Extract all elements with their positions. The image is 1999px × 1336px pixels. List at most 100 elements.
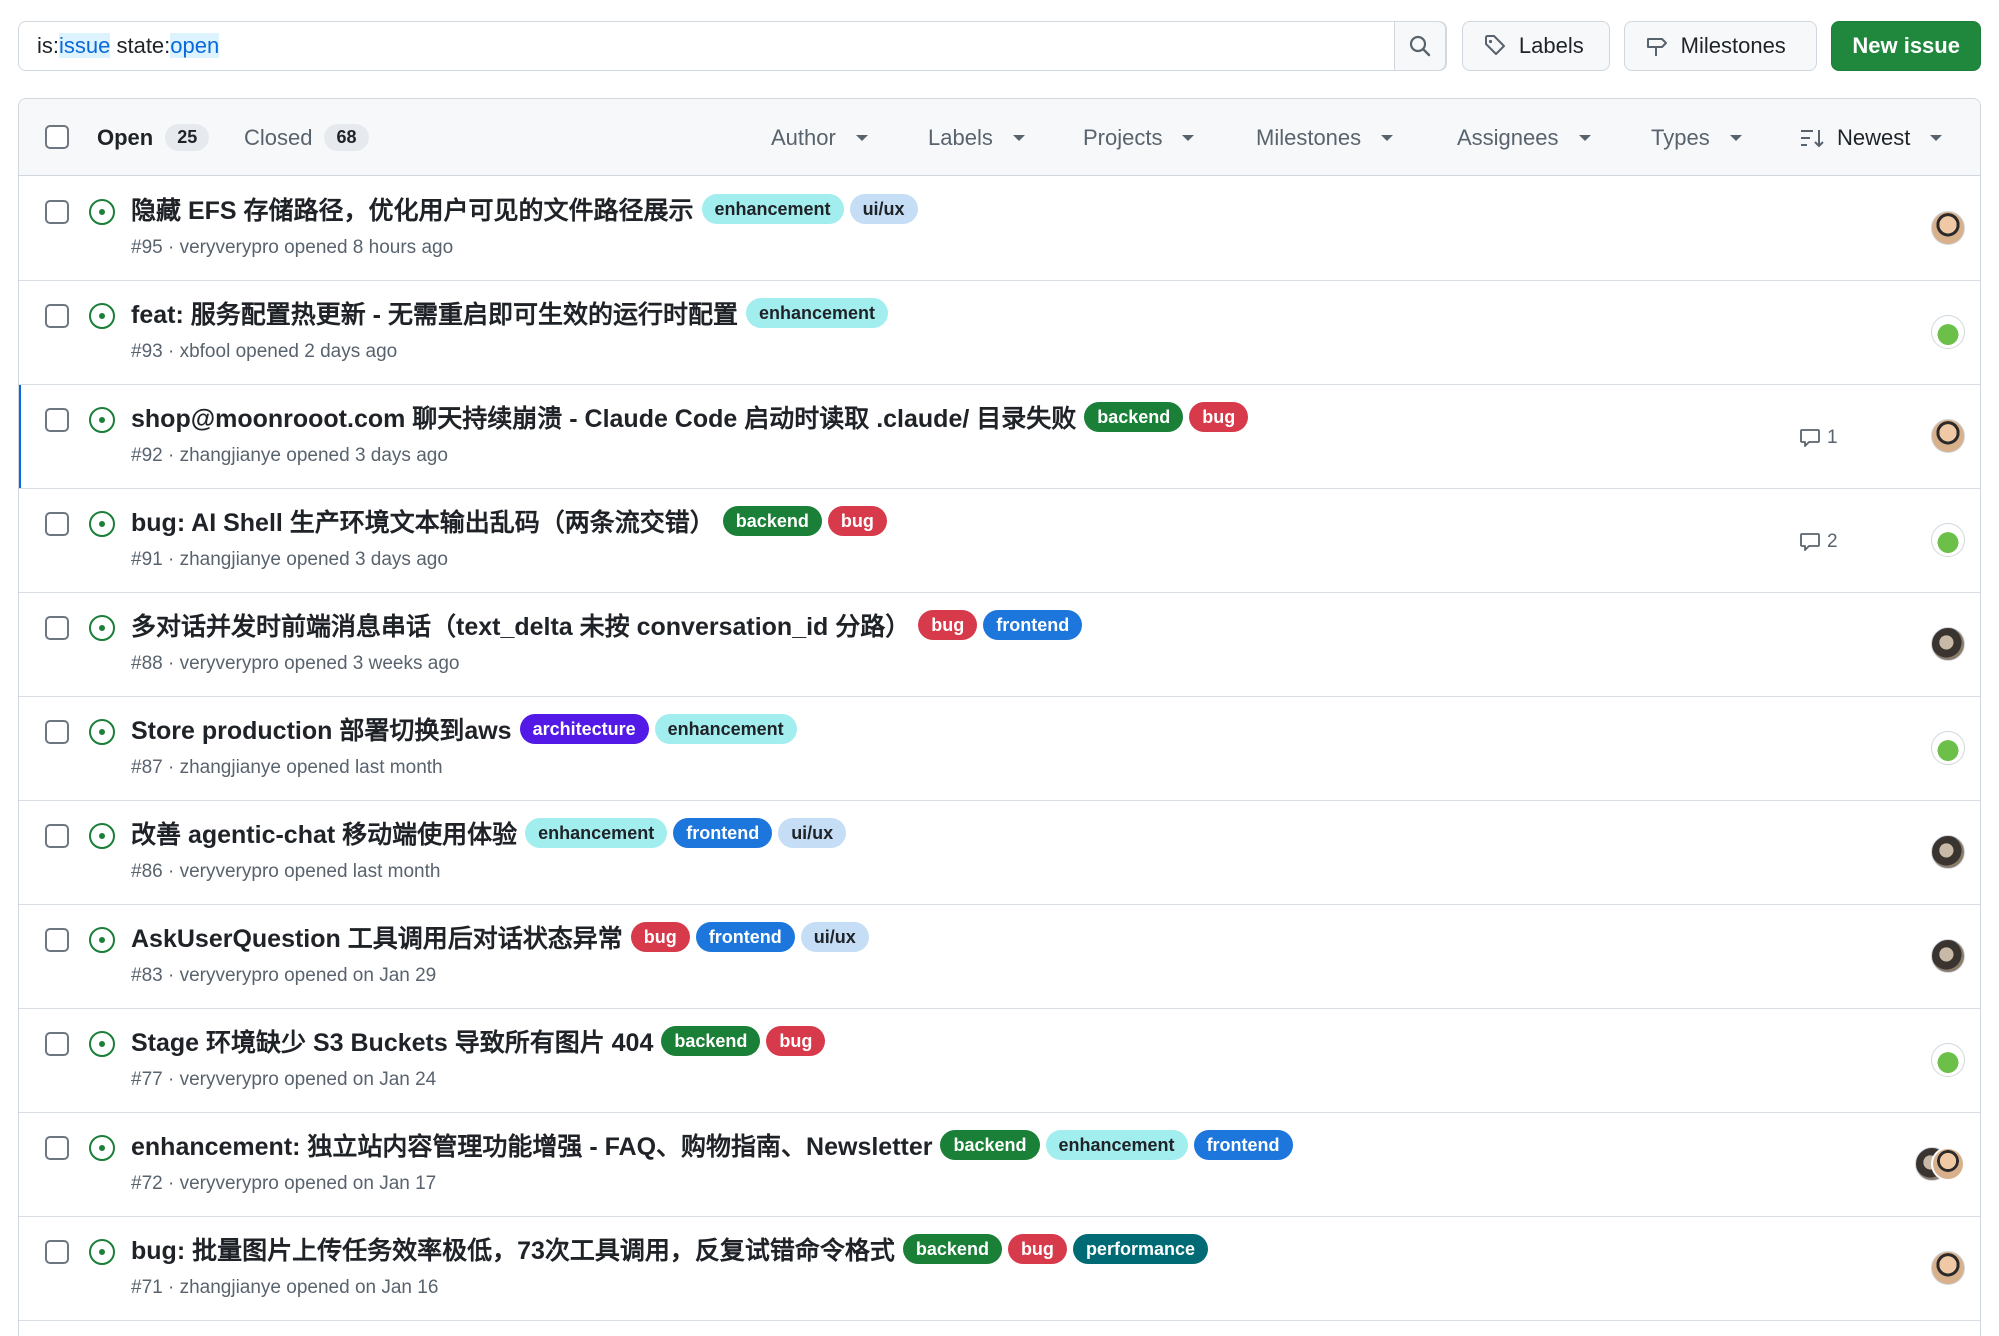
- issue-label[interactable]: bug: [1007, 1234, 1067, 1264]
- comments-link[interactable]: 2: [1799, 531, 1838, 553]
- issue-row[interactable]: bug: AI Shell 生产环境文本输出乱码（两条流交错） backend bu…: [19, 489, 1980, 593]
- issue-meta: #87 · zhangjianye opened last month: [131, 757, 443, 778]
- issue-label[interactable]: enhancement: [745, 298, 888, 328]
- labels-filter[interactable]: Labels: [928, 99, 1025, 176]
- avatar-icon[interactable]: [1931, 523, 1965, 557]
- issue-label[interactable]: backend: [661, 1026, 761, 1056]
- issue-label[interactable]: enhancement: [654, 714, 797, 744]
- tab-open-label: Open: [97, 124, 154, 150]
- issue-checkbox[interactable]: [45, 408, 69, 432]
- issue-title-link[interactable]: 改善 agentic-chat 移动端使用体验: [131, 815, 517, 851]
- avatar-icon[interactable]: [1931, 1043, 1965, 1077]
- avatar-icon[interactable]: [1931, 211, 1965, 245]
- avatar-icon[interactable]: [1931, 835, 1965, 869]
- issue-label[interactable]: backend: [1084, 402, 1184, 432]
- issue-label[interactable]: frontend: [1193, 1130, 1293, 1160]
- issue-row[interactable]: enhancement: 独立站内容管理功能增强 - FAQ、购物指南、News…: [19, 1113, 1980, 1217]
- issue-opened-icon: [89, 615, 115, 641]
- issue-checkbox[interactable]: [45, 928, 69, 952]
- issue-checkbox[interactable]: [45, 1240, 69, 1264]
- assignee-avatars[interactable]: [1915, 1147, 1965, 1181]
- issue-label[interactable]: backend: [722, 506, 822, 536]
- issue-label[interactable]: backend: [940, 1130, 1040, 1160]
- avatar-icon[interactable]: [1931, 419, 1965, 453]
- issue-row[interactable]: Store production 部署切换到aws architecture enh…: [19, 697, 1980, 801]
- issue-label[interactable]: backend: [902, 1234, 1002, 1264]
- issue-title-link[interactable]: Store production 部署切换到aws: [131, 711, 512, 747]
- issue-title-link[interactable]: Stage 环境缺少 S3 Buckets 导致所有图片 404: [131, 1023, 653, 1059]
- new-issue-button[interactable]: New issue: [1831, 21, 1981, 71]
- issue-checkbox[interactable]: [45, 304, 69, 328]
- issue-row[interactable]: feat: 服务配置热更新 - 无需重启即可生效的运行时配置 enhancemen…: [19, 281, 1980, 385]
- issue-label[interactable]: bug: [1189, 402, 1249, 432]
- issue-title-link[interactable]: 隐藏 EFS 存储路径，优化用户可见的文件路径展示: [131, 191, 694, 227]
- types-filter[interactable]: Types: [1651, 99, 1742, 176]
- issue-meta: #93 · xbfool opened 2 days ago: [131, 341, 398, 362]
- issues-list-header: Open 25 Closed 68 Author Labels Projects…: [19, 99, 1980, 176]
- issue-row[interactable]: AskUserQuestion 工具调用后对话状态异常 bug frontend ui…: [19, 905, 1980, 1009]
- issue-title-link[interactable]: shop@moonrooot.com 聊天持续崩溃 - Claude Code …: [131, 399, 1076, 435]
- milestones-button[interactable]: Milestones: [1623, 21, 1818, 71]
- issue-checkbox[interactable]: [45, 720, 69, 744]
- issue-checkbox[interactable]: [45, 616, 69, 640]
- issue-label[interactable]: enhancement: [701, 194, 844, 224]
- author-filter[interactable]: Author: [771, 99, 868, 176]
- issue-label[interactable]: performance: [1072, 1234, 1208, 1264]
- issue-label[interactable]: enhancement: [1045, 1130, 1188, 1160]
- issue-label[interactable]: enhancement: [525, 818, 668, 848]
- issue-label[interactable]: frontend: [695, 922, 795, 952]
- issue-row[interactable]: 改善 agentic-chat 移动端使用体验 enhancement fronte…: [19, 801, 1980, 905]
- issue-checkbox[interactable]: [45, 1032, 69, 1056]
- issue-title-line: feat: 服务配置热更新 - 无需重启即可生效的运行时配置 enhancemen…: [131, 295, 888, 331]
- issue-title-link[interactable]: feat: 服务配置热更新 - 无需重启即可生效的运行时配置: [131, 295, 738, 331]
- issue-label[interactable]: ui/ux: [849, 194, 918, 224]
- issue-label[interactable]: architecture: [519, 714, 649, 744]
- avatar-icon[interactable]: [1931, 1251, 1965, 1285]
- avatar-icon[interactable]: [1931, 627, 1965, 661]
- issue-title-link[interactable]: bug: AI Shell 生产环境文本输出乱码（两条流交错）: [131, 503, 715, 539]
- issue-title-link[interactable]: bug: 批量图片上传任务效率极低，73次工具调用，反复试错命令格式: [131, 1231, 895, 1267]
- issue-label[interactable]: frontend: [673, 818, 773, 848]
- projects-filter[interactable]: Projects: [1083, 99, 1195, 176]
- milestones-filter[interactable]: Milestones: [1256, 99, 1394, 176]
- sort-icon: [1801, 129, 1824, 147]
- search-query[interactable]: is:issue state:open: [19, 33, 220, 59]
- issue-label[interactable]: bug: [918, 610, 978, 640]
- issue-checkbox[interactable]: [45, 824, 69, 848]
- issue-row[interactable]: 多对话并发时前端消息串话（text_delta 未按 conversation_…: [19, 593, 1980, 697]
- search-button[interactable]: [1393, 21, 1446, 71]
- issue-row[interactable]: shop@moonrooot.com 聊天持续崩溃 - Claude Code …: [19, 385, 1980, 489]
- labels-button[interactable]: Labels: [1461, 21, 1610, 71]
- issue-label[interactable]: bug: [630, 922, 690, 952]
- search-input[interactable]: is:issue state:open: [18, 21, 1447, 71]
- closed-count-badge: 68: [324, 124, 369, 151]
- tab-open[interactable]: Open 25: [97, 99, 210, 176]
- avatar-icon[interactable]: [1931, 939, 1965, 973]
- avatar-icon[interactable]: [1931, 1147, 1965, 1181]
- assignees-filter[interactable]: Assignees: [1457, 99, 1591, 176]
- issue-label[interactable]: bug: [827, 506, 887, 536]
- issue-row[interactable]: 隐藏 EFS 存储路径，优化用户可见的文件路径展示 enhancement ui/u…: [19, 177, 1980, 281]
- chevron-down-icon: [1930, 134, 1943, 141]
- issue-label[interactable]: ui/ux: [800, 922, 869, 952]
- issue-label[interactable]: ui/ux: [778, 818, 847, 848]
- issue-row[interactable]: Stage 环境缺少 S3 Buckets 导致所有图片 404 backend b…: [19, 1009, 1980, 1113]
- sort-dropdown[interactable]: Newest: [1799, 99, 1943, 176]
- tab-closed[interactable]: Closed 68: [244, 99, 369, 176]
- comments-link[interactable]: 1: [1799, 427, 1838, 449]
- issue-checkbox[interactable]: [45, 1136, 69, 1160]
- avatar-icon[interactable]: [1931, 315, 1965, 349]
- issue-title-line: 多对话并发时前端消息串话（text_delta 未按 conversation_…: [131, 607, 1083, 643]
- issue-checkbox[interactable]: [45, 200, 69, 224]
- issue-checkbox[interactable]: [45, 512, 69, 536]
- issue-title-line: shop@moonrooot.com 聊天持续崩溃 - Claude Code …: [131, 399, 1249, 435]
- select-all-checkbox[interactable]: [45, 125, 69, 149]
- issue-row[interactable]: bug: 批量图片上传任务效率极低，73次工具调用，反复试错命令格式 backen…: [19, 1217, 1980, 1321]
- avatar-icon[interactable]: [1931, 731, 1965, 765]
- issue-label[interactable]: frontend: [983, 610, 1083, 640]
- issue-title-link[interactable]: 多对话并发时前端消息串话（text_delta 未按 conversation_…: [131, 607, 910, 643]
- issue-label[interactable]: bug: [766, 1026, 826, 1056]
- issue-title-link[interactable]: enhancement: 独立站内容管理功能增强 - FAQ、购物指南、News…: [131, 1127, 932, 1163]
- issue-title-link[interactable]: AskUserQuestion 工具调用后对话状态异常: [131, 919, 623, 955]
- issue-opened-icon: [89, 511, 115, 537]
